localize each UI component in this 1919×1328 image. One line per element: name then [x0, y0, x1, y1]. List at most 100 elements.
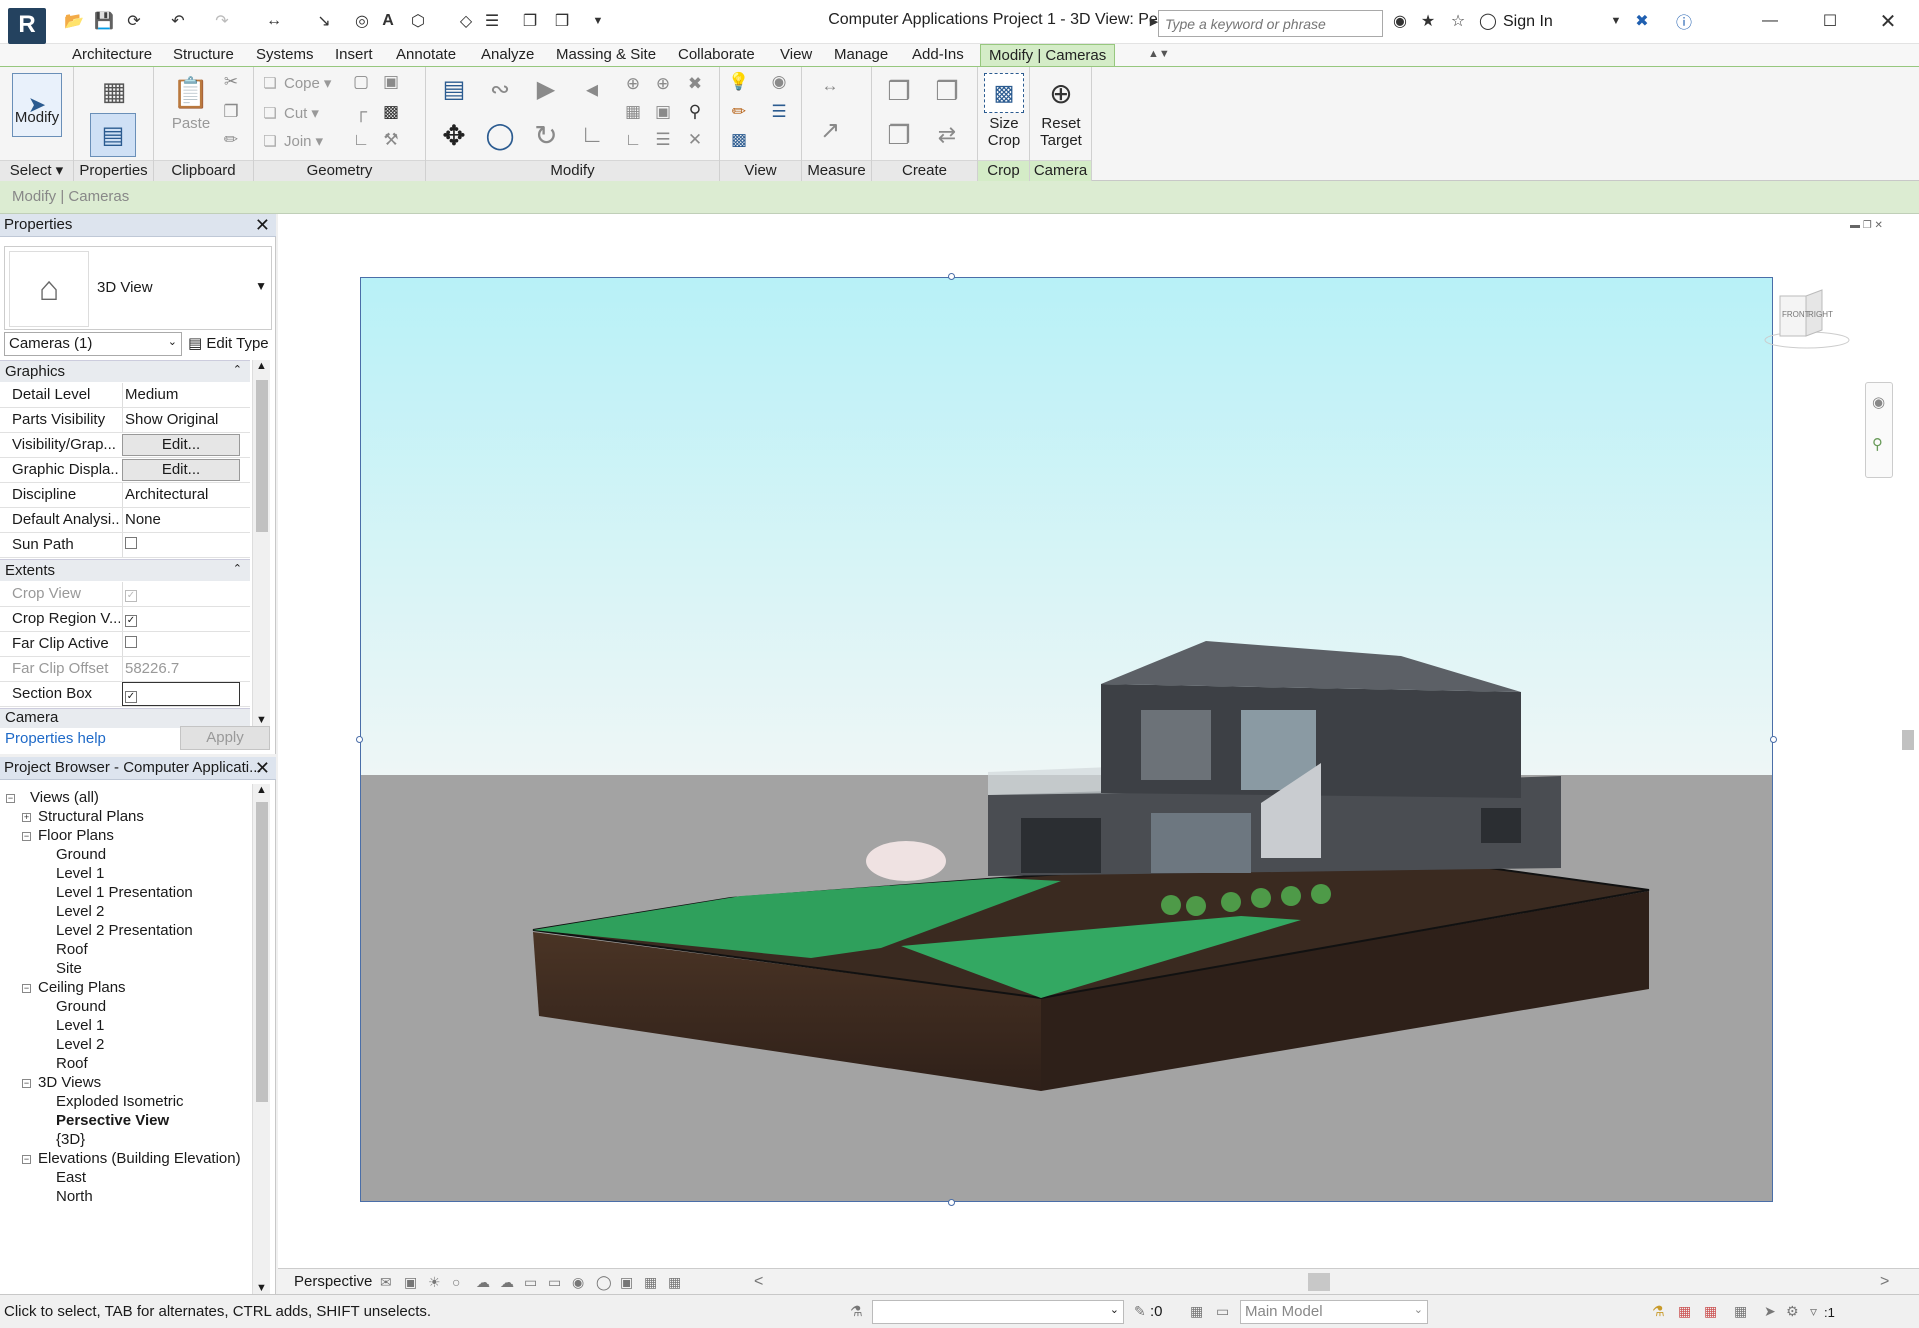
crop-grip-right[interactable] [1770, 736, 1777, 743]
copy-icon[interactable]: ❐ [220, 101, 242, 123]
prop-row-default-analysis[interactable]: Default Analysi... None [0, 508, 250, 533]
split-face-icon[interactable]: ▢ [350, 71, 372, 93]
panel-label-select[interactable]: Select ▾ [0, 160, 73, 181]
dimension-icon[interactable]: ↘ [312, 9, 336, 33]
sign-in-dropdown-icon[interactable]: ▼ [1604, 9, 1628, 33]
rotate-icon[interactable]: ↻ [528, 117, 564, 153]
remove-paint-icon[interactable]: ⚒ [380, 129, 402, 151]
browser-node[interactable]: Exploded Isometric [56, 1093, 184, 1110]
steering-wheel-icon[interactable]: ◉ [1872, 393, 1885, 411]
collapse-node-icon[interactable]: − [6, 794, 15, 803]
split-icon[interactable]: ⊕ [622, 73, 644, 95]
drag-elements-icon[interactable]: ➤ [1764, 1303, 1776, 1320]
viewcube[interactable]: FRONT RIGHT [1762, 288, 1852, 354]
copy-element-icon[interactable]: ◯ [482, 117, 518, 153]
select-links-icon[interactable]: ⚗ [1652, 1303, 1665, 1320]
browser-node[interactable]: Roof [56, 1055, 88, 1072]
type-properties-icon[interactable]: ▦ [94, 75, 134, 107]
measure-icon[interactable]: ↔ [262, 9, 286, 33]
crop-grip-left[interactable] [356, 736, 363, 743]
maximize-icon[interactable]: ☐ [1818, 9, 1842, 33]
tab-modify-cameras[interactable]: Modify | Cameras [980, 44, 1116, 66]
tab-architecture[interactable]: Architecture [64, 44, 160, 66]
workset-select[interactable]: ⌄ [872, 1300, 1124, 1324]
help-icon[interactable]: ⓘ [1672, 9, 1696, 33]
delete-icon[interactable]: ✕ [684, 129, 706, 151]
paste-button[interactable]: 📋 Paste [166, 71, 216, 155]
modify-button[interactable]: ➤ Modify [10, 71, 64, 155]
browser-node[interactable]: {3D} [56, 1131, 85, 1148]
offset-icon[interactable]: ∾ [482, 73, 518, 105]
join-button[interactable]: ❏ Join ▾ [260, 129, 323, 153]
group-extents[interactable]: Extents ⌃ [0, 559, 250, 581]
tab-add-ins[interactable]: Add-Ins [904, 44, 972, 66]
collapse-node-icon[interactable]: − [22, 1155, 31, 1164]
view-scrollbar[interactable] [1900, 214, 1918, 1268]
linework-icon[interactable]: ☰ [768, 101, 790, 123]
create-similar-icon[interactable]: ⇄ [928, 117, 966, 153]
trim-single-icon[interactable]: ∟ [622, 129, 644, 151]
reveal-hidden-icon[interactable]: ◯ [596, 1274, 612, 1291]
close-icon[interactable]: ✕ [1876, 9, 1900, 33]
array-icon[interactable]: ▦ [622, 101, 644, 123]
view-window-controls[interactable]: ▬ ❐ ✕ [1850, 220, 1883, 231]
browser-scrollbar[interactable]: ▲ ▼ [252, 784, 270, 1294]
type-dropdown-icon[interactable]: ▼ [255, 279, 267, 293]
group-camera[interactable]: Camera [0, 708, 250, 728]
section-box-checkbox[interactable]: ✓ [125, 691, 137, 703]
browser-node[interactable]: Roof [56, 941, 88, 958]
reveal-icon[interactable]: ◉ [768, 71, 790, 93]
properties-help-link[interactable]: Properties help [5, 730, 106, 747]
analytical-model-icon[interactable]: ▦ [644, 1274, 657, 1291]
scroll-down-icon[interactable]: ▼ [256, 1282, 267, 1294]
properties-palette-icon[interactable]: ▤ [90, 113, 136, 157]
group-graphics[interactable]: Graphics ⌃ [0, 360, 250, 382]
save-icon[interactable]: 💾 [92, 9, 116, 33]
browser-node[interactable]: 3D Views [38, 1074, 101, 1091]
close-properties-icon[interactable]: ✕ [255, 214, 270, 236]
view-scroll-thumb[interactable] [1902, 730, 1914, 750]
viewcube-front-label[interactable]: FRONT [1782, 310, 1810, 319]
type-selector[interactable]: ⌂ 3D View ▼ [4, 246, 272, 330]
split-gap-icon[interactable]: ⊕ [652, 73, 674, 95]
apply-button[interactable]: Apply [180, 726, 270, 750]
prop-row-parts-visibility[interactable]: Parts Visibility Show Original [0, 408, 250, 433]
shadows-icon[interactable]: ○ [452, 1274, 460, 1290]
minimize-icon[interactable]: — [1758, 9, 1782, 33]
horizontal-scroll-thumb[interactable] [1308, 1273, 1330, 1291]
highlight-displacement-icon[interactable]: ▦ [668, 1274, 681, 1291]
sun-path-icon[interactable]: ☀ [428, 1274, 441, 1291]
browser-node[interactable]: East [56, 1169, 86, 1186]
collapse-node-icon[interactable]: − [22, 832, 31, 841]
trim-icon[interactable]: ∟ [574, 117, 610, 153]
close-browser-icon[interactable]: ✕ [255, 757, 270, 779]
crop-region-visible-checkbox[interactable]: ✓ [125, 615, 137, 627]
browser-node[interactable]: Level 2 [56, 1036, 104, 1053]
lock-view-icon[interactable]: ☁ [500, 1274, 514, 1291]
move-icon[interactable]: ✥ [436, 117, 472, 153]
graphic-display-edit-button[interactable]: Edit... [122, 459, 240, 481]
scroll-down-icon[interactable]: ▼ [256, 714, 267, 726]
beam-join-icon[interactable]: ∟ [350, 129, 372, 151]
prop-row-detail-level[interactable]: Detail Level Medium [0, 383, 250, 408]
browser-node[interactable]: Ground [56, 846, 106, 863]
browser-node[interactable]: Ceiling Plans [38, 979, 126, 996]
browser-node[interactable]: Persective View [56, 1112, 169, 1129]
select-pinned-icon[interactable]: ▦ [1704, 1303, 1717, 1320]
selection-box-icon[interactable]: ▩ [728, 129, 750, 151]
create-assembly-icon[interactable]: ❒ [880, 73, 918, 109]
tab-systems[interactable]: Systems [248, 44, 322, 66]
open-icon[interactable]: 📂 [62, 9, 86, 33]
tab-insert[interactable]: Insert [327, 44, 381, 66]
temporary-hide-icon[interactable]: ◉ [572, 1274, 584, 1291]
cope-button[interactable]: ❏ Cope ▾ [260, 71, 331, 95]
redo-icon[interactable]: ↷ [210, 9, 234, 33]
design-model-select[interactable]: Main Model ⌄ [1240, 1300, 1428, 1324]
demolish-icon[interactable]: ▩ [380, 101, 402, 123]
zoom-icon[interactable]: ⚲ [1872, 435, 1883, 453]
tab-annotate[interactable]: Annotate [388, 44, 464, 66]
tab-massing-site[interactable]: Massing & Site [548, 44, 664, 66]
scroll-thumb[interactable] [256, 802, 268, 1102]
far-clip-active-checkbox[interactable] [125, 636, 137, 648]
browser-node[interactable]: Site [56, 960, 82, 977]
